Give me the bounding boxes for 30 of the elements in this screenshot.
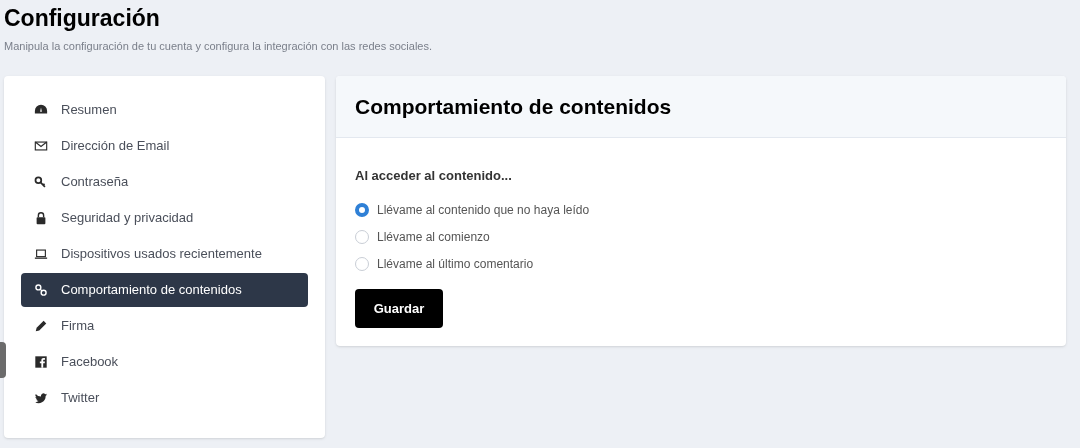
sidebar-item[interactable]: Resumen (21, 93, 308, 127)
sidebar-item[interactable]: Firma (21, 309, 308, 343)
question-label: Al acceder al contenido... (355, 168, 512, 183)
save-button[interactable]: Guardar (355, 289, 443, 328)
gauge-icon (34, 103, 48, 117)
sidebar-item[interactable]: Facebook (21, 345, 308, 379)
sidebar-item[interactable]: Contraseña (21, 165, 308, 199)
radio-button[interactable] (355, 230, 369, 244)
edge-handle[interactable] (0, 342, 6, 378)
key-icon (34, 175, 48, 189)
facebook-icon (34, 355, 48, 369)
sidebar-item[interactable]: Dirección de Email (21, 129, 308, 163)
radio-button[interactable] (355, 257, 369, 271)
radio-button[interactable] (355, 203, 369, 217)
page-title: Configuración (4, 4, 160, 32)
link-icon (34, 283, 48, 297)
option-label[interactable]: Llévame al contenido que no haya leído (377, 201, 590, 219)
page-subtitle: Manipula la configuración de tu cuenta y configura la integración con las redes sociales. (4, 40, 433, 52)
lock-icon (34, 211, 48, 225)
sidebar-item[interactable]: Comportamiento de contenidos (21, 273, 308, 307)
envelope-icon (34, 139, 48, 153)
sidebar-item[interactable]: Dispositivos usados recientemente (21, 237, 308, 271)
option-label[interactable]: Llévame al último comentario (377, 255, 534, 273)
laptop-icon (34, 247, 48, 261)
sidebar-item[interactable]: Seguridad y privacidad (21, 201, 308, 235)
panel-title: Comportamiento de contenidos (355, 93, 672, 120)
bird-icon (34, 391, 48, 405)
pencil-icon (34, 319, 48, 333)
option-label[interactable]: Llévame al comienzo (377, 228, 490, 246)
sidebar-item[interactable]: Twitter (21, 381, 308, 415)
